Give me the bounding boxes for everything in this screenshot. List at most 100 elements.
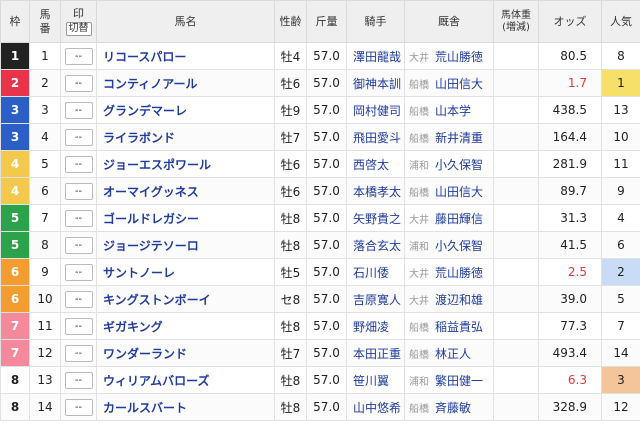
mark-cell: -- [60, 96, 97, 124]
waku-cell: 6 [0, 285, 30, 313]
mark-select-button[interactable]: -- [64, 128, 93, 146]
trainer-link[interactable]: 山本学 [435, 104, 471, 118]
horse-name-link[interactable]: オーマイグッネス [96, 177, 275, 205]
sex-age-cell: 牡7 [274, 339, 307, 367]
mark-cell: -- [60, 69, 97, 97]
jockey-link[interactable]: 落合玄太 [346, 231, 405, 259]
trainer-link[interactable]: 山田信大 [435, 77, 483, 91]
popularity-cell: 1 [601, 69, 640, 97]
umaban-cell: 2 [29, 69, 61, 97]
trainer-link[interactable]: 山田信大 [435, 185, 483, 199]
trainer-link[interactable]: 新井清重 [435, 131, 483, 145]
mark-select-button[interactable]: -- [64, 344, 93, 362]
trainer-region: 船橋 [409, 79, 429, 91]
jockey-link[interactable]: 矢野貴之 [346, 204, 405, 232]
trainer-link[interactable]: 藤田輝信 [435, 212, 483, 226]
jockey-link[interactable]: 飛田愛斗 [346, 123, 405, 151]
sex-age-cell: 牡9 [274, 96, 307, 124]
jockey-link[interactable]: 石川倭 [346, 258, 405, 286]
body-weight-cell [493, 339, 539, 367]
horse-name-link[interactable]: ゴールドレガシー [96, 204, 275, 232]
mark-select-button[interactable]: -- [64, 317, 93, 335]
body-weight-cell [493, 231, 539, 259]
jockey-link[interactable]: 本橋孝太 [346, 177, 405, 205]
jockey-link[interactable]: 山中悠希 [346, 393, 405, 421]
jockey-link[interactable]: 澤田龍哉 [346, 42, 405, 70]
body-weight-cell [493, 258, 539, 286]
jockey-link[interactable]: 御神本訓 [346, 69, 405, 97]
body-weight-cell [493, 69, 539, 97]
waku-cell: 3 [0, 123, 30, 151]
horse-name-link[interactable]: ライラボンド [96, 123, 275, 151]
jockey-link[interactable]: 笹川翼 [346, 366, 405, 394]
odds-cell: 89.7 [538, 177, 602, 205]
header-umaban: 馬 番 [29, 0, 61, 43]
horse-name-link[interactable]: ギガキング [96, 312, 275, 340]
mark-select-button[interactable]: -- [64, 209, 93, 227]
trainer-cell: 浦和 小久保智 [404, 150, 494, 178]
table-row: 6 9 -- サントノーレ 牡5 57.0 石川倭 大井 荒山勝徳 2.5 2 [0, 258, 640, 286]
table-row: 8 14 -- カールスバート 牡8 57.0 山中悠希 船橋 斉藤敏 328.9 12 [0, 393, 640, 421]
mark-select-button[interactable]: -- [64, 236, 93, 254]
umaban-cell: 10 [29, 285, 61, 313]
jockey-link[interactable]: 岡村健司 [346, 96, 405, 124]
table-row: 3 4 -- ライラボンド 牡7 57.0 飛田愛斗 船橋 新井清重 164.4 10 [0, 123, 640, 151]
mark-select-button[interactable]: -- [64, 371, 93, 389]
mark-cell: -- [60, 42, 97, 70]
horse-name-link[interactable]: ワンダーランド [96, 339, 275, 367]
trainer-link[interactable]: 荒山勝徳 [435, 266, 483, 280]
table-row: 2 2 -- コンティノアール 牡6 57.0 御神本訓 船橋 山田信大 1.7 1 [0, 69, 640, 97]
mark-cell: -- [60, 204, 97, 232]
umaban-cell: 6 [29, 177, 61, 205]
trainer-region: 船橋 [409, 322, 429, 334]
jockey-link[interactable]: 本田正重 [346, 339, 405, 367]
mark-select-button[interactable]: -- [64, 47, 93, 65]
mark-cell: -- [60, 312, 97, 340]
table-row: 5 8 -- ジョージテソーロ 牡8 57.0 落合玄太 浦和 小久保智 41.5 6 [0, 231, 640, 259]
horse-name-link[interactable]: コンティノアール [96, 69, 275, 97]
body-weight-cell [493, 312, 539, 340]
horse-name-link[interactable]: キングストンボーイ [96, 285, 275, 313]
mark-select-button[interactable]: -- [64, 182, 93, 200]
horse-name-link[interactable]: ジョージテソーロ [96, 231, 275, 259]
trainer-link[interactable]: 稲益貴弘 [435, 320, 483, 334]
waku-cell: 7 [0, 339, 30, 367]
horse-name-link[interactable]: グランデマーレ [96, 96, 275, 124]
waku-cell: 3 [0, 96, 30, 124]
horse-name-link[interactable]: ウィリアムバローズ [96, 366, 275, 394]
trainer-link[interactable]: 渡辺和雄 [435, 293, 483, 307]
trainer-link[interactable]: 小久保智 [435, 239, 483, 253]
jockey-link[interactable]: 西啓太 [346, 150, 405, 178]
mark-select-button[interactable]: -- [64, 398, 93, 416]
jockey-link[interactable]: 吉原寛人 [346, 285, 405, 313]
weight-cell: 57.0 [306, 69, 347, 97]
mark-select-button[interactable]: -- [64, 290, 93, 308]
mark-cell: -- [60, 393, 97, 421]
horse-name-link[interactable]: サントノーレ [96, 258, 275, 286]
umaban-cell: 13 [29, 366, 61, 394]
header-trainer: 厩舎 [404, 0, 494, 43]
mark-select-button[interactable]: -- [64, 263, 93, 281]
trainer-link[interactable]: 荒山勝徳 [435, 50, 483, 64]
trainer-link[interactable]: 斉藤敏 [435, 401, 471, 415]
body-weight-cell [493, 177, 539, 205]
trainer-link[interactable]: 小久保智 [435, 158, 483, 172]
trainer-link[interactable]: 林正人 [435, 347, 471, 361]
body-weight-cell [493, 204, 539, 232]
umaban-cell: 1 [29, 42, 61, 70]
table-row: 3 3 -- グランデマーレ 牡9 57.0 岡村健司 船橋 山本学 438.5 13 [0, 96, 640, 124]
mark-select-button[interactable]: -- [64, 155, 93, 173]
trainer-region: 大井 [409, 52, 429, 64]
trainer-cell: 大井 荒山勝徳 [404, 258, 494, 286]
horse-name-link[interactable]: カールスバート [96, 393, 275, 421]
horse-name-link[interactable]: リコースパロー [96, 42, 275, 70]
mark-toggle-button[interactable]: 切替 [65, 21, 92, 36]
mark-select-button[interactable]: -- [64, 101, 93, 119]
jockey-link[interactable]: 野畑凌 [346, 312, 405, 340]
trainer-region: 船橋 [409, 403, 429, 415]
horse-name-link[interactable]: ジョーエスポワール [96, 150, 275, 178]
mark-select-button[interactable]: -- [64, 74, 93, 92]
body-weight-cell [493, 285, 539, 313]
odds-cell: 281.9 [538, 150, 602, 178]
trainer-link[interactable]: 繁田健一 [435, 374, 483, 388]
